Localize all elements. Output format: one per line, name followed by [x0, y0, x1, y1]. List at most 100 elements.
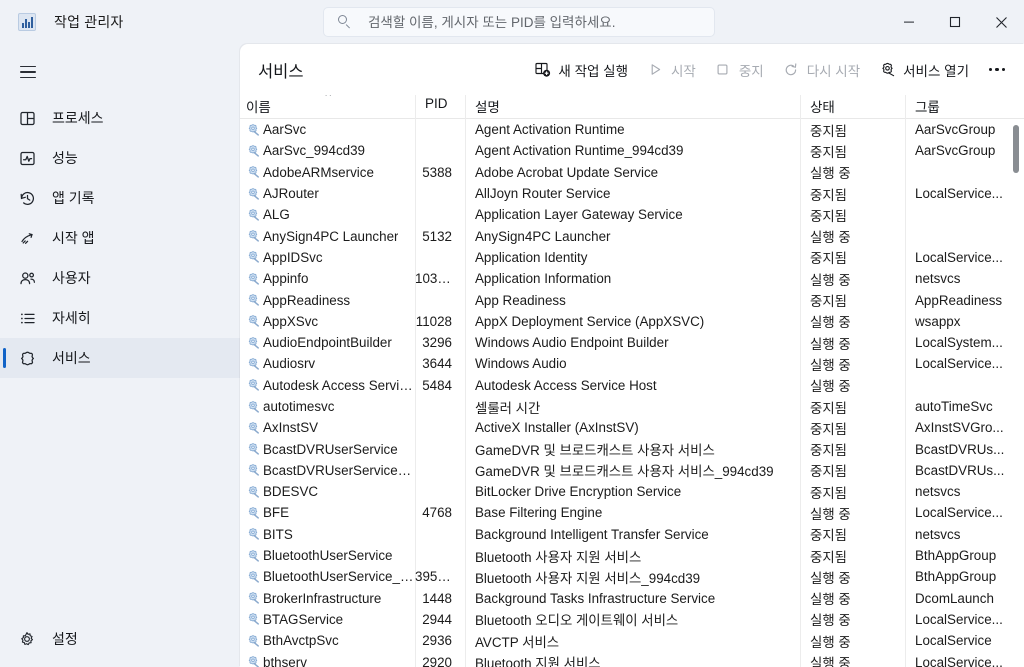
table-row[interactable]: AppXSvc 11028 AppX Deployment Service (App…: [240, 311, 1024, 332]
cell-status: 중지됨: [810, 464, 847, 480]
new-task-icon: [533, 61, 551, 79]
cell-pid: 5132: [422, 228, 452, 244]
service-icon: [246, 421, 260, 435]
table-row[interactable]: AxInstSV ActiveX Installer (AxInstSV) 중지됨 A…: [240, 417, 1024, 438]
open-services-button[interactable]: 서비스 열기: [869, 54, 978, 86]
table-row[interactable]: BFE 4768 Base Filtering Engine 실행 중 LocalSer…: [240, 502, 1024, 523]
cell-service-name: ALG: [240, 207, 415, 222]
column-header-name[interactable]: 이름 ˄: [240, 95, 415, 116]
cell-status: 실행 중: [810, 379, 851, 395]
restart-button[interactable]: 다시 시작: [773, 54, 869, 86]
gear-icon: [16, 628, 38, 650]
services-table: 이름 ˄ PID 설명 상태 그룹 AarSvcAg: [240, 95, 1024, 667]
cell-group: netsvcs: [915, 271, 961, 287]
sidebar-item-users[interactable]: 사용자: [0, 258, 240, 298]
table-row[interactable]: BDESVC BitLocker Drive Encryption Service…: [240, 481, 1024, 502]
table-row[interactable]: BrokerInfrastructure 1448 Background Tasks…: [240, 588, 1024, 609]
table-row[interactable]: Autodesk Access Servic... 5484 Autodesk Ac…: [240, 375, 1024, 396]
sort-ascending-icon: ˄: [325, 95, 331, 100]
cell-group: BcastDVRUs...: [915, 462, 1005, 478]
cell-service-name: AppXSvc: [240, 314, 415, 329]
service-icon: [246, 165, 260, 179]
column-header-status[interactable]: 상태: [800, 95, 905, 116]
sidebar-item-details[interactable]: 자세히: [0, 298, 240, 338]
service-icon: [246, 442, 260, 456]
table-row[interactable]: BluetoothUserService_9... 39536 Bluetooth …: [240, 566, 1024, 587]
table-row[interactable]: Appinfo 10392 Application Information 실행 중 n…: [240, 268, 1024, 289]
play-icon: [646, 61, 664, 79]
cell-status: 실행 중: [810, 336, 851, 352]
cell-status: 중지됨: [810, 443, 847, 459]
start-button[interactable]: 시작: [637, 54, 705, 86]
scrollbar-thumb[interactable]: [1013, 125, 1019, 173]
table-row[interactable]: AJRouter AllJoyn Router Service 중지됨 LocalSe…: [240, 183, 1024, 204]
run-new-task-button[interactable]: 새 작업 실행: [524, 54, 637, 86]
cell-status: 중지됨: [810, 208, 847, 224]
service-name-label: AarSvc_994cd39: [263, 143, 365, 159]
vertical-scrollbar[interactable]: [1010, 119, 1022, 665]
table-row[interactable]: Audiosrv 3644 Windows Audio 실행 중 LocalServic…: [240, 353, 1024, 374]
cell-status: 실행 중: [810, 166, 851, 182]
service-icon: [246, 144, 260, 158]
services-icon: [16, 347, 38, 369]
maximize-button[interactable]: [932, 0, 978, 44]
service-icon: [246, 463, 260, 477]
details-icon: [16, 307, 38, 329]
service-icon: [246, 293, 260, 307]
table-row[interactable]: AudioEndpointBuilder 3296 Windows Audio En…: [240, 332, 1024, 353]
panel-toolbar: 서비스 새 작업 실행 시작 중지 다시 시작 서비스 열기: [240, 44, 1024, 95]
cell-status: 중지됨: [810, 144, 847, 160]
cell-pid: 2920: [422, 654, 452, 667]
sidebar-item-settings[interactable]: 설정: [0, 619, 240, 659]
service-name-label: ALG: [263, 207, 290, 223]
hamburger-icon[interactable]: [8, 52, 48, 92]
table-row[interactable]: AarSvc_994cd39 Agent Activation Runtime_9…: [240, 140, 1024, 161]
minimize-button[interactable]: [886, 0, 932, 44]
table-row[interactable]: AppIDSvc Application Identity 중지됨 LocalServ…: [240, 247, 1024, 268]
cell-group: LocalService...: [915, 249, 1003, 265]
table-row[interactable]: BTAGService 2944 Bluetooth 오디오 게이트웨이 서비스 실행…: [240, 609, 1024, 630]
table-row[interactable]: BITS Background Intelligent Transfer Serv…: [240, 524, 1024, 545]
cell-service-name: BTAGService: [240, 612, 415, 627]
table-row[interactable]: AppReadiness App Readiness 중지됨 AppReadiness: [240, 289, 1024, 310]
cell-description: Bluetooth 지원 서비스: [475, 656, 601, 667]
cell-group: BthAppGroup: [915, 548, 997, 564]
table-row[interactable]: BcastDVRUserService GameDVR 및 브로드캐스트 사용자 …: [240, 438, 1024, 459]
table-row[interactable]: AdobeARMservice 5388 Adobe Acrobat Update …: [240, 162, 1024, 183]
service-name-label: bthserv: [263, 654, 307, 667]
table-row[interactable]: BluetoothUserService Bluetooth 사용자 지원 서비스…: [240, 545, 1024, 566]
sidebar-item-services[interactable]: 서비스: [0, 338, 240, 378]
search-input[interactable]: [368, 14, 714, 30]
sidebar-item-processes[interactable]: 프로세스: [0, 98, 240, 138]
sidebar-item-performance[interactable]: 성능: [0, 138, 240, 178]
table-row[interactable]: BthAvctpSvc 2936 AVCTP 서비스 실행 중 LocalService: [240, 630, 1024, 651]
table-row[interactable]: BcastDVRUserService_9... GameDVR 및 브로드캐스트…: [240, 460, 1024, 481]
table-row[interactable]: ALG Application Layer Gateway Service 중지됨: [240, 204, 1024, 225]
cell-status: 중지됨: [810, 294, 847, 310]
cell-pid: 5388: [422, 164, 452, 180]
more-options-icon[interactable]: [980, 54, 1014, 86]
table-row[interactable]: autotimesvc 셀룰러 시간 중지됨 autoTimeSvc: [240, 396, 1024, 417]
table-row[interactable]: AnySign4PC Launcher 5132 AnySign4PC Launch…: [240, 225, 1024, 246]
service-icon: [246, 336, 260, 350]
search-box[interactable]: [323, 7, 715, 37]
sidebar: 프로세스 성능 앱 기록 시작 앱 사용자 자세히 서비스 설정: [0, 44, 240, 667]
cell-description: GameDVR 및 브로드캐스트 사용자 서비스: [475, 443, 715, 459]
sidebar-item-app-history[interactable]: 앱 기록: [0, 178, 240, 218]
close-button[interactable]: [978, 0, 1024, 44]
table-row[interactable]: AarSvc Agent Activation Runtime 중지됨 AarSvcG…: [240, 119, 1024, 140]
column-header-label: 설명: [475, 100, 500, 115]
cell-group: autoTimeSvc: [915, 399, 993, 414]
sidebar-item-label: 서비스: [52, 350, 91, 366]
sidebar-item-startup-apps[interactable]: 시작 앱: [0, 218, 240, 258]
cell-status: 중지됨: [810, 549, 847, 565]
toolbar-button-label: 새 작업 실행: [558, 63, 629, 79]
stop-button[interactable]: 중지: [705, 54, 773, 86]
app-history-icon: [16, 187, 38, 209]
column-header-group[interactable]: 그룹: [905, 95, 1024, 116]
table-row[interactable]: bthserv 2920 Bluetooth 지원 서비스 실행 중 LocalServ…: [240, 651, 1024, 667]
cell-service-name: AppIDSvc: [240, 250, 415, 265]
cell-status: 실행 중: [810, 613, 851, 629]
column-header-description[interactable]: 설명: [465, 95, 800, 116]
column-header-pid[interactable]: PID: [415, 95, 465, 111]
